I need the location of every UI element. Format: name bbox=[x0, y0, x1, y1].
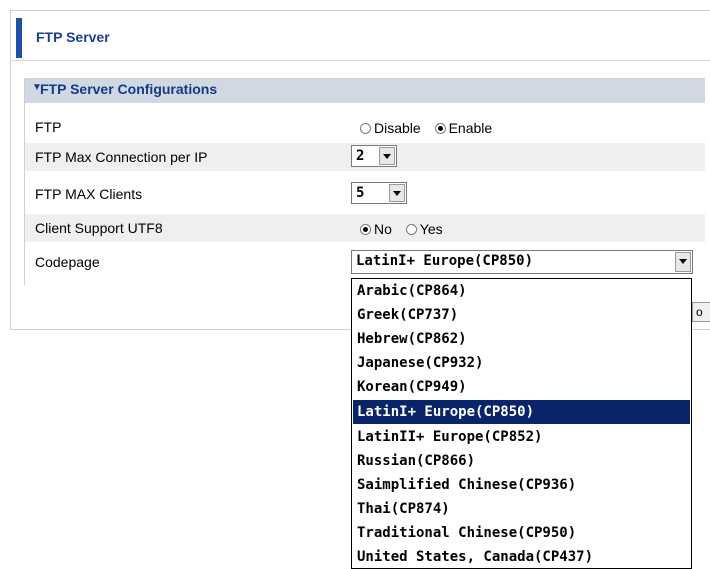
codepage-option[interactable]: Thai(CP874) bbox=[353, 497, 690, 521]
max-clients-label: FTP MAX Clients bbox=[35, 186, 143, 202]
codepage-select[interactable]: LatinI+ Europe(CP850) bbox=[351, 250, 693, 274]
max-connection-value: 2 bbox=[356, 148, 365, 164]
codepage-option[interactable]: Hebrew(CP862) bbox=[353, 327, 690, 351]
codepage-option[interactable]: Arabic(CP864) bbox=[353, 279, 690, 303]
row-ftp: FTP Disable Enable bbox=[25, 113, 705, 141]
codepage-option[interactable]: Korean(CP949) bbox=[353, 375, 690, 399]
max-connection-select[interactable]: 2 bbox=[351, 145, 397, 167]
codepage-value: LatinI+ Europe(CP850) bbox=[356, 253, 534, 269]
codepage-option[interactable]: Traditional Chinese(CP950) bbox=[353, 521, 690, 545]
codepage-option[interactable]: United States, Canada(CP437) bbox=[353, 545, 690, 568]
codepage-option[interactable]: Japanese(CP932) bbox=[353, 351, 690, 375]
page-header: FTP Server bbox=[16, 18, 710, 58]
apply-button-partial[interactable]: o bbox=[692, 302, 710, 322]
codepage-option[interactable]: Greek(CP737) bbox=[353, 303, 690, 327]
utf8-yes-label: Yes bbox=[419, 221, 443, 237]
codepage-option[interactable]: Russian(CP866) bbox=[353, 449, 690, 473]
chevron-down-icon[interactable] bbox=[389, 184, 405, 202]
ftp-radio-group: Disable Enable bbox=[360, 120, 502, 136]
ftp-label: FTP bbox=[35, 119, 62, 135]
ftp-disable-label: Disable bbox=[374, 120, 421, 136]
section-header[interactable]: ▼ FTP Server Configurations bbox=[25, 79, 705, 103]
row-codepage: Codepage LatinI+ Europe(CP850) bbox=[25, 248, 705, 276]
chevron-down-icon[interactable] bbox=[675, 252, 691, 272]
row-max-connection: FTP Max Connection per IP 2 bbox=[25, 143, 705, 171]
header-accent-bar bbox=[16, 18, 22, 58]
ftp-disable-radio[interactable] bbox=[360, 123, 371, 134]
max-clients-select[interactable]: 5 bbox=[351, 182, 407, 204]
row-utf8: Client Support UTF8 No Yes bbox=[25, 214, 705, 242]
ftp-enable-label: Enable bbox=[448, 120, 493, 136]
max-connection-label: FTP Max Connection per IP bbox=[35, 149, 208, 165]
chevron-down-icon[interactable] bbox=[379, 147, 395, 165]
utf8-no-label: No bbox=[374, 221, 392, 237]
page-title: FTP Server bbox=[36, 29, 110, 45]
utf8-label: Client Support UTF8 bbox=[35, 220, 163, 236]
codepage-option[interactable]: Saimplified Chinese(CP936) bbox=[353, 473, 690, 497]
codepage-option[interactable]: LatinII+ Europe(CP852) bbox=[353, 425, 690, 449]
header-divider bbox=[10, 60, 710, 61]
codepage-dropdown-list: Arabic(CP864) Greek(CP737) Hebrew(CP862)… bbox=[351, 278, 692, 569]
codepage-option-selected[interactable]: LatinI+ Europe(CP850) bbox=[353, 400, 690, 424]
section-title: FTP Server Configurations bbox=[40, 81, 218, 97]
row-max-clients: FTP MAX Clients 5 bbox=[25, 180, 705, 208]
utf8-radio-group: No Yes bbox=[360, 221, 453, 237]
max-clients-value: 5 bbox=[356, 185, 365, 201]
ftp-enable-radio[interactable] bbox=[434, 123, 446, 134]
codepage-label: Codepage bbox=[35, 254, 100, 270]
utf8-yes-radio[interactable] bbox=[405, 224, 417, 235]
utf8-no-radio[interactable] bbox=[360, 224, 371, 235]
